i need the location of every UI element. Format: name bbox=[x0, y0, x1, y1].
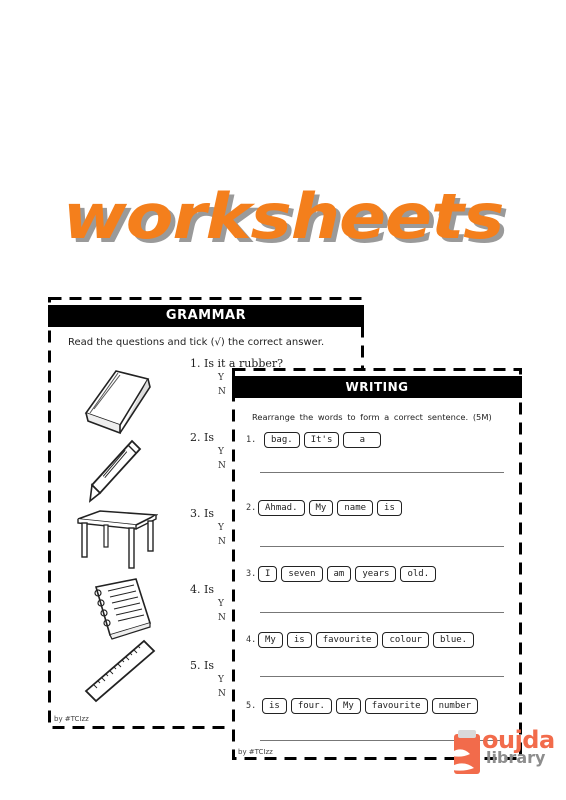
word-tiles-row: My is favourite colour blue. bbox=[258, 632, 475, 648]
writing-item-number: 4. bbox=[246, 635, 257, 645]
word-tile[interactable]: favourite bbox=[315, 632, 379, 648]
writing-worksheet: WRITING Rearrange the words to form a co… bbox=[232, 368, 522, 760]
word-tile[interactable]: I bbox=[258, 566, 278, 582]
notebook-icon bbox=[94, 578, 152, 640]
grammar-credit: by #TCIzz bbox=[54, 715, 89, 723]
choice-yes[interactable]: Y bbox=[218, 675, 224, 685]
word-tile[interactable]: My bbox=[335, 698, 361, 714]
answer-line[interactable] bbox=[260, 472, 504, 473]
word-tile[interactable]: is bbox=[286, 632, 312, 648]
word-tiles-row: Ahmad. My name is bbox=[258, 500, 402, 516]
answer-line[interactable] bbox=[260, 676, 504, 677]
choice-no[interactable]: N bbox=[218, 387, 226, 397]
answer-line[interactable] bbox=[260, 546, 504, 547]
headline-title: worksheets bbox=[62, 180, 505, 253]
grammar-instruction: Read the questions and tick (√) the corr… bbox=[68, 337, 325, 348]
word-tile[interactable]: years bbox=[355, 566, 397, 582]
choice-no[interactable]: N bbox=[218, 689, 226, 699]
word-tile[interactable]: is bbox=[377, 500, 402, 516]
answer-line[interactable] bbox=[260, 612, 504, 613]
choice-no[interactable]: N bbox=[218, 461, 226, 471]
ruler-icon bbox=[84, 639, 156, 703]
word-tile[interactable]: number bbox=[431, 698, 479, 714]
book-hands-icon bbox=[452, 730, 480, 774]
choice-yes[interactable]: Y bbox=[218, 599, 224, 609]
word-tile[interactable]: am bbox=[326, 566, 352, 582]
choice-no[interactable]: N bbox=[218, 613, 226, 623]
writing-item-number: 2. bbox=[246, 503, 257, 513]
choice-yes[interactable]: Y bbox=[218, 447, 224, 457]
word-tile[interactable]: favourite bbox=[364, 698, 428, 714]
writing-title-bar: WRITING bbox=[232, 376, 522, 398]
writing-instruction: Rearrange the words to form a correct se… bbox=[252, 412, 492, 422]
word-tile[interactable]: bag. bbox=[264, 432, 300, 448]
writing-item-number: 5. bbox=[246, 701, 257, 711]
writing-credit: by #TCIzz bbox=[238, 748, 273, 756]
word-tile[interactable]: four. bbox=[290, 698, 332, 714]
grammar-question-4: 4. Is bbox=[190, 583, 214, 596]
word-tile[interactable]: My bbox=[308, 500, 334, 516]
grammar-question-3: 3. Is bbox=[190, 507, 214, 520]
word-tile[interactable]: My bbox=[258, 632, 283, 648]
word-tile[interactable]: seven bbox=[281, 566, 323, 582]
word-tile[interactable]: colour bbox=[382, 632, 429, 648]
book-icon bbox=[84, 370, 151, 435]
grammar-question-5: 5. Is bbox=[190, 659, 214, 672]
writing-item-number: 3. bbox=[246, 569, 257, 579]
grammar-title-bar: GRAMMAR bbox=[48, 305, 364, 327]
table-icon bbox=[77, 510, 158, 569]
grammar-question-2: 2. Is bbox=[190, 431, 214, 444]
choice-no[interactable]: N bbox=[218, 537, 226, 547]
logo-text-library: library bbox=[486, 748, 546, 767]
word-tile[interactable]: It's bbox=[303, 432, 340, 448]
word-tile[interactable]: Ahmad. bbox=[258, 500, 305, 516]
word-tile[interactable]: name bbox=[337, 500, 374, 516]
word-tile[interactable]: a bbox=[343, 432, 382, 448]
word-tiles-row: bag. It's a bbox=[264, 432, 382, 448]
word-tile[interactable]: blue. bbox=[432, 632, 475, 648]
pen-icon bbox=[88, 439, 142, 503]
writing-item-number: 1. bbox=[246, 435, 257, 445]
choice-yes[interactable]: Y bbox=[218, 373, 224, 383]
oujda-library-logo: oujda library bbox=[452, 728, 562, 780]
word-tiles-row: is four. My favourite number bbox=[262, 698, 479, 714]
word-tiles-row: Iseven am years old. bbox=[258, 566, 437, 582]
word-tile[interactable]: old. bbox=[400, 566, 437, 582]
word-tile[interactable]: is bbox=[262, 698, 287, 714]
choice-yes[interactable]: Y bbox=[218, 523, 224, 533]
